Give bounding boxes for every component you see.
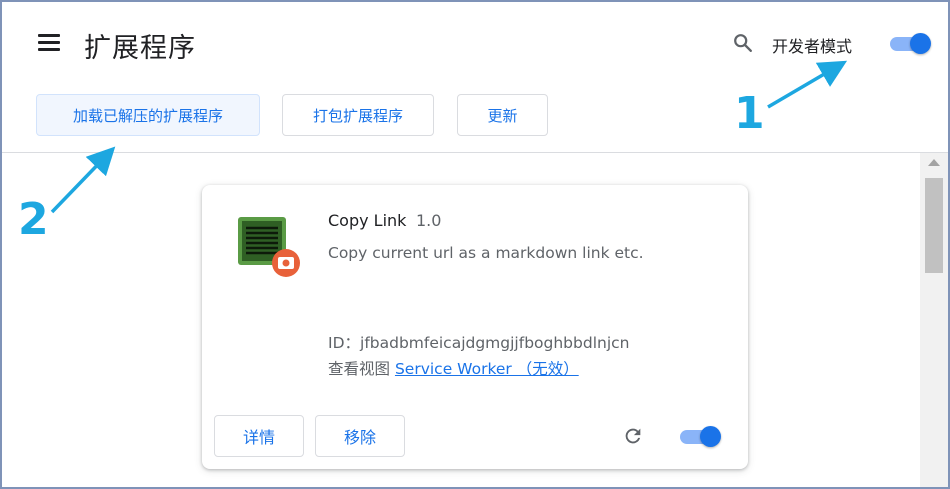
header: 扩展程序 开发者模式 加载已解压的扩展程序 打包扩展程序 更新 bbox=[2, 2, 948, 152]
load-unpacked-button[interactable]: 加载已解压的扩展程序 bbox=[36, 94, 260, 136]
pack-extension-button[interactable]: 打包扩展程序 bbox=[282, 94, 434, 136]
extension-description: Copy current url as a markdown link etc. bbox=[328, 244, 644, 262]
extensions-window: 扩展程序 开发者模式 加载已解压的扩展程序 打包扩展程序 更新 Copy Lin… bbox=[2, 2, 948, 487]
developer-mode-label: 开发者模式 bbox=[772, 37, 853, 56]
scroll-up-arrow-icon[interactable] bbox=[928, 159, 940, 166]
inspect-views-label: 查看视图 bbox=[328, 360, 391, 378]
details-button[interactable]: 详情 bbox=[214, 415, 304, 457]
service-worker-link[interactable]: Service Worker （无效） bbox=[395, 360, 579, 378]
remove-button[interactable]: 移除 bbox=[315, 415, 405, 457]
vertical-scrollbar[interactable] bbox=[920, 153, 948, 487]
extension-icon bbox=[238, 217, 300, 277]
extension-version: 1.0 bbox=[416, 211, 442, 230]
extension-card: Copy Link 1.0 Copy current url as a mark… bbox=[202, 185, 748, 469]
extension-name: Copy Link bbox=[328, 211, 407, 230]
annotation-label-1: 1 bbox=[734, 88, 765, 139]
page-title: 扩展程序 bbox=[84, 33, 196, 64]
scrollbar-thumb[interactable] bbox=[925, 178, 943, 273]
hamburger-menu-icon[interactable] bbox=[38, 34, 62, 52]
inspect-views-row: 查看视图 Service Worker （无效） bbox=[328, 357, 579, 379]
search-icon[interactable] bbox=[732, 32, 754, 54]
reload-icon[interactable] bbox=[622, 425, 644, 447]
extensions-list: Copy Link 1.0 Copy current url as a mark… bbox=[2, 153, 948, 487]
developer-mode-toggle[interactable] bbox=[888, 32, 932, 54]
extension-enable-toggle[interactable] bbox=[678, 425, 722, 447]
update-button[interactable]: 更新 bbox=[457, 94, 548, 136]
extension-id: ID：jfbadbmfeicajdgmgjjfboghbbdlnjcn bbox=[328, 334, 630, 352]
annotation-label-2: 2 bbox=[18, 194, 49, 245]
